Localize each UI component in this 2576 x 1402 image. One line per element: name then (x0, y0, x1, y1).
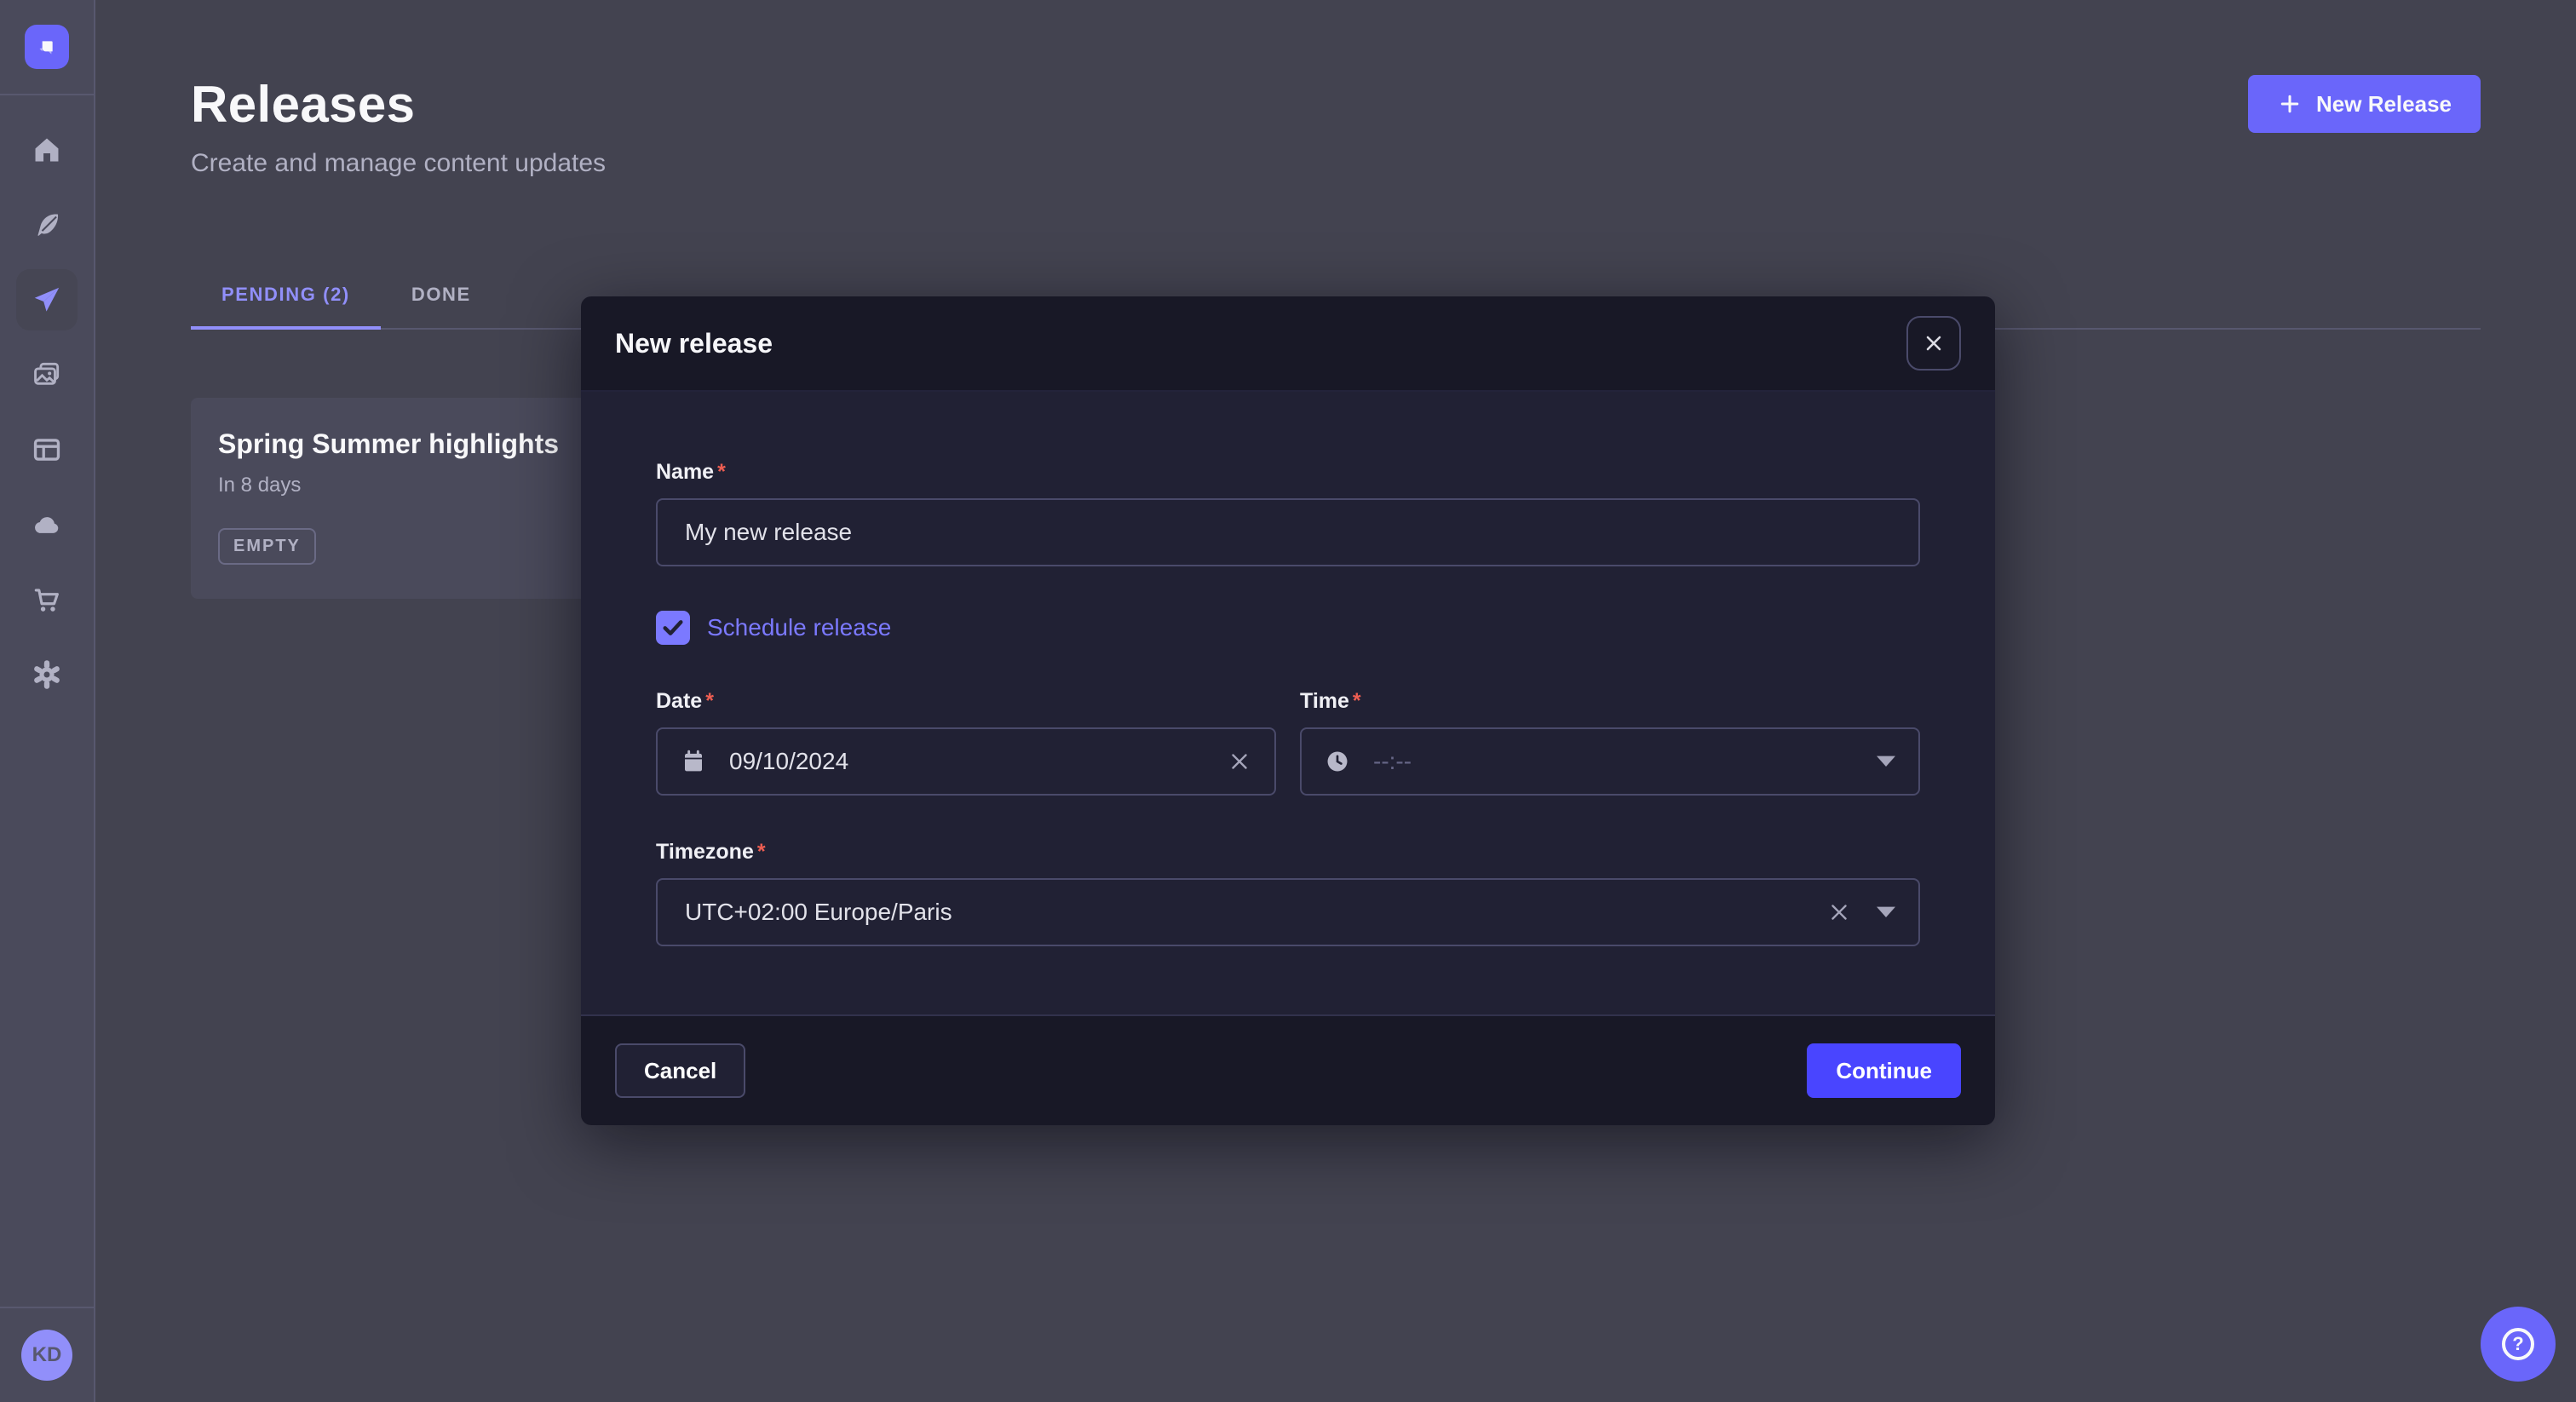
time-field-group: Time* (1300, 689, 1920, 796)
name-label: Name* (656, 460, 1920, 485)
timezone-field-actions (1826, 878, 1896, 946)
clear-icon (1826, 899, 1852, 925)
chevron-down-icon (1876, 755, 1896, 768)
timezone-dropdown-caret[interactable] (1876, 905, 1896, 919)
required-mark: * (705, 689, 714, 713)
modal-title: New release (615, 328, 773, 359)
timezone-clear-button[interactable] (1826, 899, 1852, 925)
required-mark: * (1353, 689, 1361, 713)
close-icon (1922, 331, 1946, 355)
name-field-group: Name* (656, 460, 1920, 566)
timezone-label: Timezone* (656, 840, 1920, 865)
timezone-input[interactable] (656, 878, 1920, 946)
name-input[interactable] (656, 498, 1920, 566)
time-input[interactable] (1300, 727, 1920, 796)
cancel-button[interactable]: Cancel (615, 1043, 745, 1098)
date-label: Date* (656, 689, 1276, 714)
time-dropdown-caret[interactable] (1876, 755, 1896, 768)
schedule-checkbox[interactable] (656, 611, 690, 645)
schedule-checkbox-label: Schedule release (707, 614, 891, 641)
required-mark: * (757, 840, 766, 864)
app-root: KD Releases Create and manage content up… (0, 0, 2576, 1402)
modal-footer: Cancel Continue (581, 1014, 1995, 1125)
date-input[interactable] (656, 727, 1276, 796)
date-field (656, 727, 1276, 796)
required-mark: * (717, 460, 726, 484)
time-label: Time* (1300, 689, 1920, 714)
time-field-actions (1876, 727, 1896, 796)
clear-icon (1227, 749, 1252, 774)
date-field-group: Date* (656, 689, 1276, 796)
continue-button[interactable]: Continue (1807, 1043, 1961, 1098)
time-field (1300, 727, 1920, 796)
chevron-down-icon (1876, 905, 1896, 919)
modal-header: New release (581, 296, 1995, 392)
modal-close-button[interactable] (1906, 316, 1961, 371)
date-time-row: Date* (656, 689, 1920, 796)
timezone-field-group: Timezone* (656, 840, 1920, 946)
timezone-field (656, 878, 1920, 946)
schedule-release-row[interactable]: Schedule release (656, 611, 1920, 645)
check-icon (662, 617, 684, 639)
date-field-actions (1227, 727, 1252, 796)
modal-body: Name* Schedule release Date* (581, 392, 1995, 1014)
new-release-modal: New release Name* Schedule release Date* (581, 296, 1995, 1125)
date-clear-button[interactable] (1227, 749, 1252, 774)
